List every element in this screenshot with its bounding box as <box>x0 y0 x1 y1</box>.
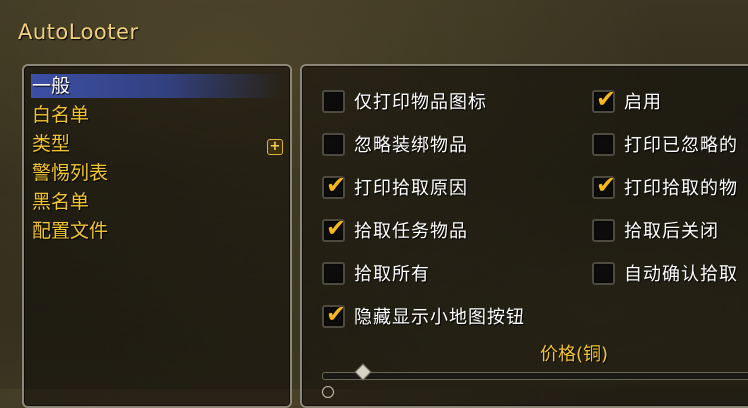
price-slider-track[interactable] <box>322 372 748 380</box>
checkmark-icon: ✔ <box>326 300 347 328</box>
option-label: 拾取任务物品 <box>354 221 468 242</box>
checkbox[interactable] <box>322 90 345 113</box>
checkbox[interactable] <box>322 262 345 285</box>
option-label: 仅打印物品图标 <box>354 92 487 113</box>
option-label: 拾取后关闭 <box>624 221 719 242</box>
checkmark-icon: ✔ <box>596 85 617 113</box>
option-label: 打印拾取的物 <box>624 178 738 199</box>
category-alert-list[interactable]: 警惕列表 <box>31 161 282 185</box>
option-label: 打印已忽略的 <box>624 135 738 156</box>
option-label: 打印拾取原因 <box>354 178 468 199</box>
option-label: 隐藏显示小地图按钮 <box>354 307 525 328</box>
checkbox[interactable]: ✔ <box>592 171 616 199</box>
category-blacklist[interactable]: 黑名单 <box>31 190 282 214</box>
checkbox[interactable] <box>592 133 615 156</box>
checkbox[interactable]: ✔ <box>322 214 346 242</box>
category-general[interactable]: 一般 <box>31 74 282 98</box>
category-list-panel: 一般 白名单 类型 警惕列表 黑名单 配置文件 + <box>22 64 292 408</box>
price-slider-label: 价格(铜) <box>540 344 609 365</box>
checkmark-icon: ✔ <box>326 214 347 242</box>
options-panel: 仅打印物品图标 忽略装绑物品 ✔ 打印拾取原因 ✔ 拾取任务物品 拾取所有 ✔ … <box>300 64 748 408</box>
category-profiles[interactable]: 配置文件 <box>31 219 282 243</box>
option-label: 忽略装绑物品 <box>354 135 468 156</box>
checkbox[interactable]: ✔ <box>322 300 346 328</box>
slider-min-marker-icon <box>322 386 334 398</box>
checkbox[interactable] <box>592 262 615 285</box>
checkmark-icon: ✔ <box>596 171 617 199</box>
checkbox[interactable] <box>322 133 345 156</box>
option-label: 拾取所有 <box>354 264 430 285</box>
checkbox[interactable] <box>592 219 615 242</box>
checkbox[interactable]: ✔ <box>592 85 616 113</box>
option-label: 自动确认拾取 <box>624 264 738 285</box>
category-whitelist[interactable]: 白名单 <box>31 103 282 127</box>
checkmark-icon: ✔ <box>326 171 347 199</box>
expand-types-button[interactable]: + <box>267 139 283 155</box>
price-slider-thumb[interactable] <box>354 363 372 385</box>
window-title: AutoLooter <box>18 20 139 44</box>
category-types[interactable]: 类型 <box>31 132 282 156</box>
checkbox[interactable]: ✔ <box>322 171 346 199</box>
option-label: 启用 <box>624 92 662 113</box>
